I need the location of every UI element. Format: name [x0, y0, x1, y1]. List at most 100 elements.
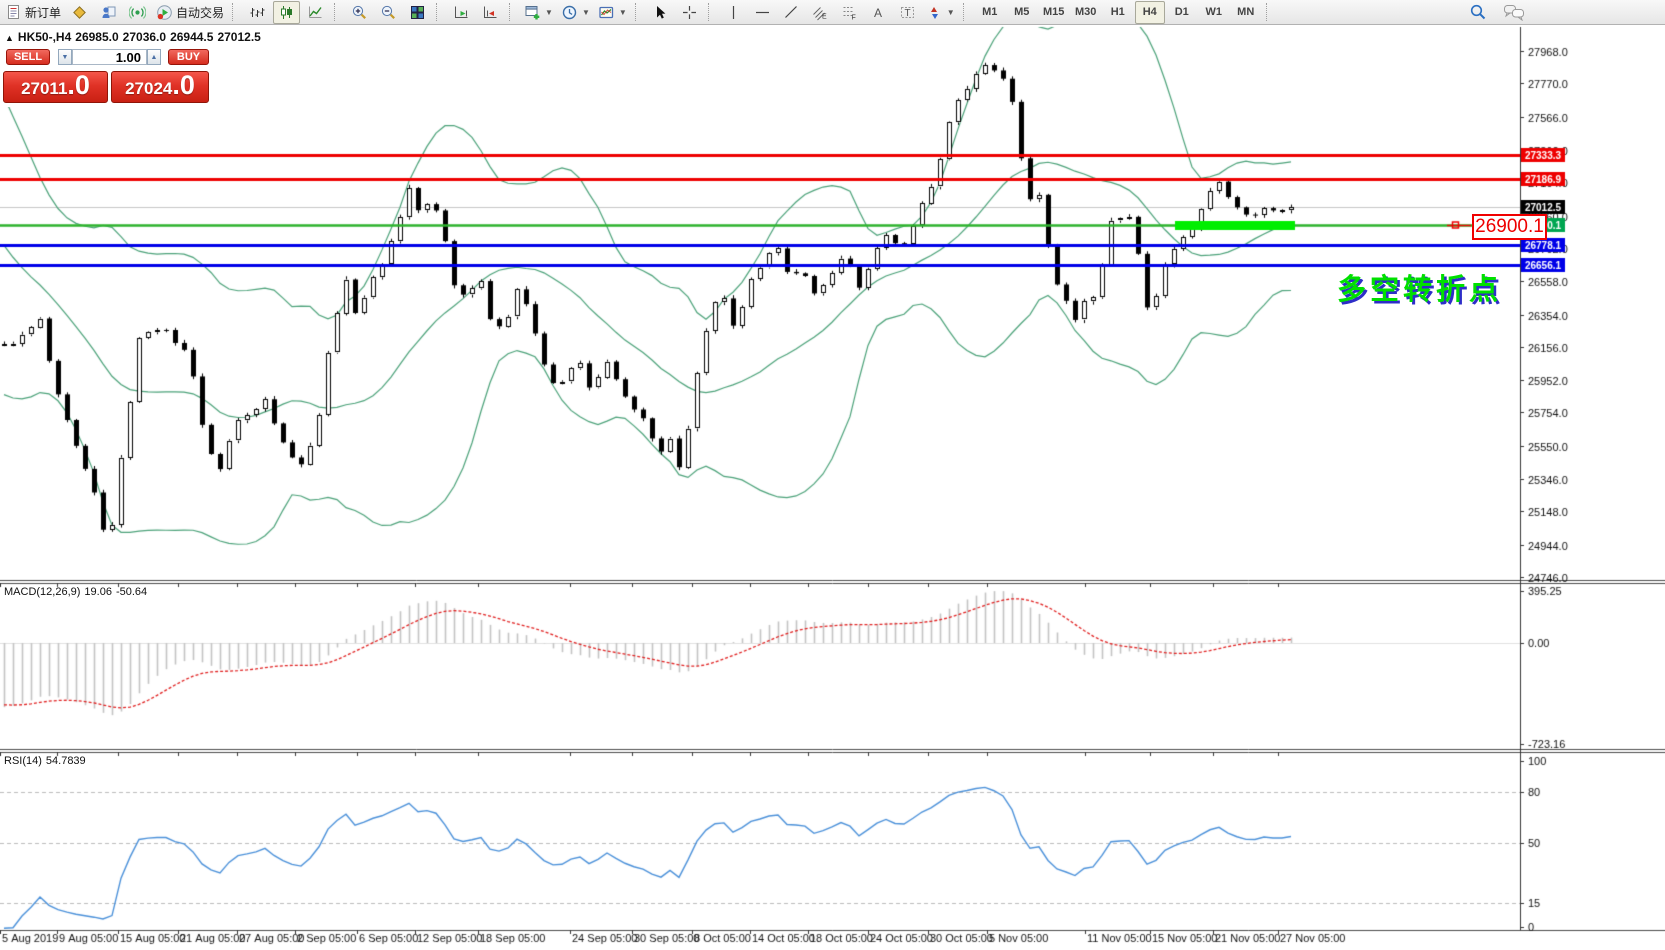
fibonacci-button[interactable]: F: [836, 1, 863, 24]
line-chart-button[interactable]: [302, 1, 329, 24]
trendline-button[interactable]: [778, 1, 805, 24]
horizontal-line-button[interactable]: [749, 1, 776, 24]
zoom-in-icon: [352, 5, 367, 19]
rsi-caption: RSI(14) 54.7839: [4, 755, 90, 767]
dropdown-caret-icon: ▼: [545, 7, 553, 17]
macd-label: MACD(12,26,9): [4, 586, 81, 598]
fibonacci-icon: F: [843, 6, 856, 21]
toolbar: 新订单 自动交易 ▼ ▼ ▼ E F A T ▼ M1 M5 M15 M30 H…: [0, 0, 1665, 25]
rsi-label: RSI(14): [4, 755, 42, 767]
zoom-in-button[interactable]: [346, 1, 373, 24]
timeframe-mn[interactable]: MN: [1231, 1, 1261, 24]
tester-icon: [129, 5, 147, 19]
cursor-button[interactable]: [647, 1, 674, 24]
toolbar-separator: [707, 3, 715, 21]
timeframe-d1[interactable]: D1: [1167, 1, 1197, 24]
autotrading-icon: [157, 4, 172, 20]
svg-text:A: A: [874, 6, 882, 20]
vertical-line-icon: [732, 5, 734, 19]
search-icon[interactable]: [1469, 3, 1487, 21]
vertical-line-button[interactable]: [720, 1, 747, 24]
svg-text:E: E: [822, 13, 827, 20]
zoom-out-icon: [381, 5, 396, 19]
timeframe-m5[interactable]: M5: [1007, 1, 1037, 24]
navigator-button[interactable]: [95, 1, 122, 24]
toolbar-separator: [232, 3, 239, 21]
chart-region: ▲ HK50-,H4 26985.0 27036.0 26944.5 27012.5 SE…: [0, 26, 1665, 950]
macd-value-signal: -50.64: [115, 586, 148, 598]
dropdown-caret-icon: ▼: [581, 7, 590, 17]
new-chart-icon: [525, 5, 540, 19]
toolbar-separator: [1265, 3, 1273, 21]
ohlc-close: 27012.5: [217, 30, 261, 44]
annotation-text[interactable]: 多空转折点: [1337, 266, 1502, 308]
chart-title: ▲ HK50-,H4 26985.0 27036.0 26944.5 27012.5: [5, 30, 265, 44]
text-label-button[interactable]: T: [894, 1, 921, 24]
template-icon: [599, 6, 614, 18]
timeframe-m15[interactable]: M15: [1039, 1, 1069, 24]
channel-icon: E: [812, 6, 827, 20]
trendline-icon: [784, 5, 797, 18]
chart-shift-icon: [484, 6, 497, 18]
sell-price-frac: .0: [67, 70, 90, 100]
templates-button[interactable]: ▼: [595, 1, 630, 24]
sell-price-main: 27011: [21, 79, 68, 98]
autotrading-button[interactable]: 自动交易: [153, 1, 227, 24]
candlestick-chart-button[interactable]: [273, 0, 301, 24]
auto-scroll-icon: [455, 6, 468, 18]
new-chart-button[interactable]: ▼: [521, 1, 556, 24]
buy-price-frac: .0: [172, 70, 195, 100]
volume-decrease-button[interactable]: ▼: [58, 49, 72, 65]
equidistant-channel-button[interactable]: E: [807, 1, 834, 24]
crosshair-button[interactable]: [676, 1, 703, 24]
price-callout-label[interactable]: 26900.1: [1472, 214, 1547, 240]
collapse-panel-icon[interactable]: ▲: [5, 33, 14, 43]
symbol-period: HK50-,H4: [17, 30, 72, 44]
timeframe-w1[interactable]: W1: [1199, 1, 1229, 24]
one-click-trading-panel: SELL ▼ ▲ BUY 27011.0 27024.0: [2, 43, 210, 107]
text-icon: A: [874, 6, 882, 20]
buy-price-button[interactable]: 27024.0: [111, 71, 209, 103]
chart-shift-button[interactable]: [477, 1, 504, 24]
sell-button[interactable]: SELL: [6, 49, 50, 65]
cursor-icon: [656, 5, 666, 19]
toolbar-separator: [436, 3, 443, 21]
volume-input[interactable]: [72, 49, 147, 65]
mt4-window: 新订单 自动交易 ▼ ▼ ▼ E F A T ▼ M1 M5 M15 M30 H…: [0, 0, 1665, 950]
bar-chart-icon: [250, 7, 265, 17]
tile-windows-button[interactable]: [404, 1, 431, 24]
bar-chart-button[interactable]: [244, 1, 271, 24]
navigator-icon: [102, 6, 116, 18]
horizontal-line-icon: [755, 11, 769, 13]
arrows-button[interactable]: ▼: [923, 1, 958, 24]
buy-button[interactable]: BUY: [168, 49, 209, 65]
market-watch-icon: [73, 5, 86, 19]
timeframe-h4[interactable]: H4: [1134, 0, 1165, 24]
chat-icon[interactable]: [1503, 3, 1525, 21]
toolbar-separator: [509, 3, 516, 21]
arrows-icon: [930, 6, 938, 19]
timeframe-m30[interactable]: M30: [1071, 1, 1101, 24]
auto-scroll-button[interactable]: [448, 1, 475, 24]
line-chart-icon: [309, 6, 322, 18]
zoom-out-button[interactable]: [375, 1, 402, 24]
volume-increase-button[interactable]: ▲: [147, 49, 161, 65]
sell-price-button[interactable]: 27011.0: [3, 71, 108, 103]
dropdown-caret-icon: ▼: [946, 7, 955, 17]
candlestick-chart-icon: [281, 5, 293, 19]
market-watch-button[interactable]: [66, 1, 93, 24]
profiles-button[interactable]: ▼: [558, 1, 593, 24]
svg-text:T: T: [904, 8, 910, 19]
toolbar-separator: [334, 3, 341, 21]
tile-windows-icon: [411, 5, 425, 19]
profiles-clock-icon: [562, 5, 577, 19]
ohlc-low: 26944.5: [170, 30, 214, 44]
chart-canvas[interactable]: [0, 26, 1665, 950]
new-order-button[interactable]: 新订单: [3, 1, 64, 24]
timeframe-m1[interactable]: M1: [975, 1, 1005, 24]
macd-value-main: 19.06: [84, 586, 112, 598]
macd-caption: MACD(12,26,9) 19.06 -50.64: [4, 586, 151, 598]
strategy-tester-button[interactable]: [124, 1, 151, 24]
text-button[interactable]: A: [865, 1, 892, 24]
timeframe-h1[interactable]: H1: [1103, 1, 1133, 24]
